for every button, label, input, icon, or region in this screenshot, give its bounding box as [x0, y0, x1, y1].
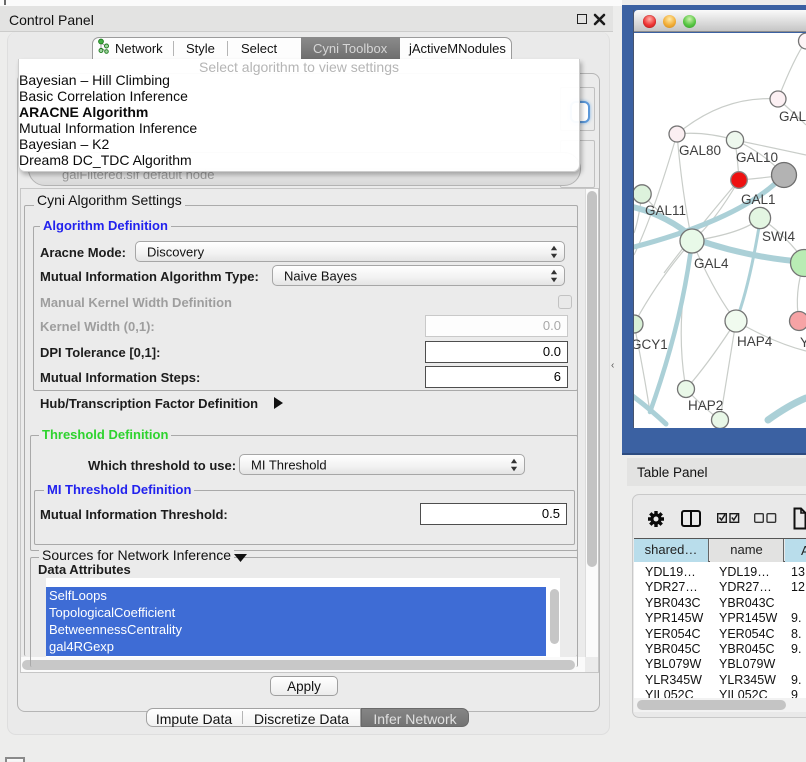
- svg-text:GAL10: GAL10: [736, 150, 778, 165]
- svg-text:GAL80: GAL80: [679, 143, 721, 158]
- svg-text:Y: Y: [800, 335, 806, 350]
- svg-text:SWI4: SWI4: [762, 229, 795, 244]
- svg-text:HAP4: HAP4: [737, 334, 773, 349]
- svg-text:HAP2: HAP2: [688, 398, 723, 413]
- svg-text:GAL: GAL: [779, 109, 806, 124]
- svg-text:GAL4: GAL4: [694, 256, 729, 271]
- svg-text:GCY1: GCY1: [634, 337, 668, 352]
- svg-text:GAL11: GAL11: [645, 203, 686, 218]
- svg-text:GAL1: GAL1: [741, 192, 776, 207]
